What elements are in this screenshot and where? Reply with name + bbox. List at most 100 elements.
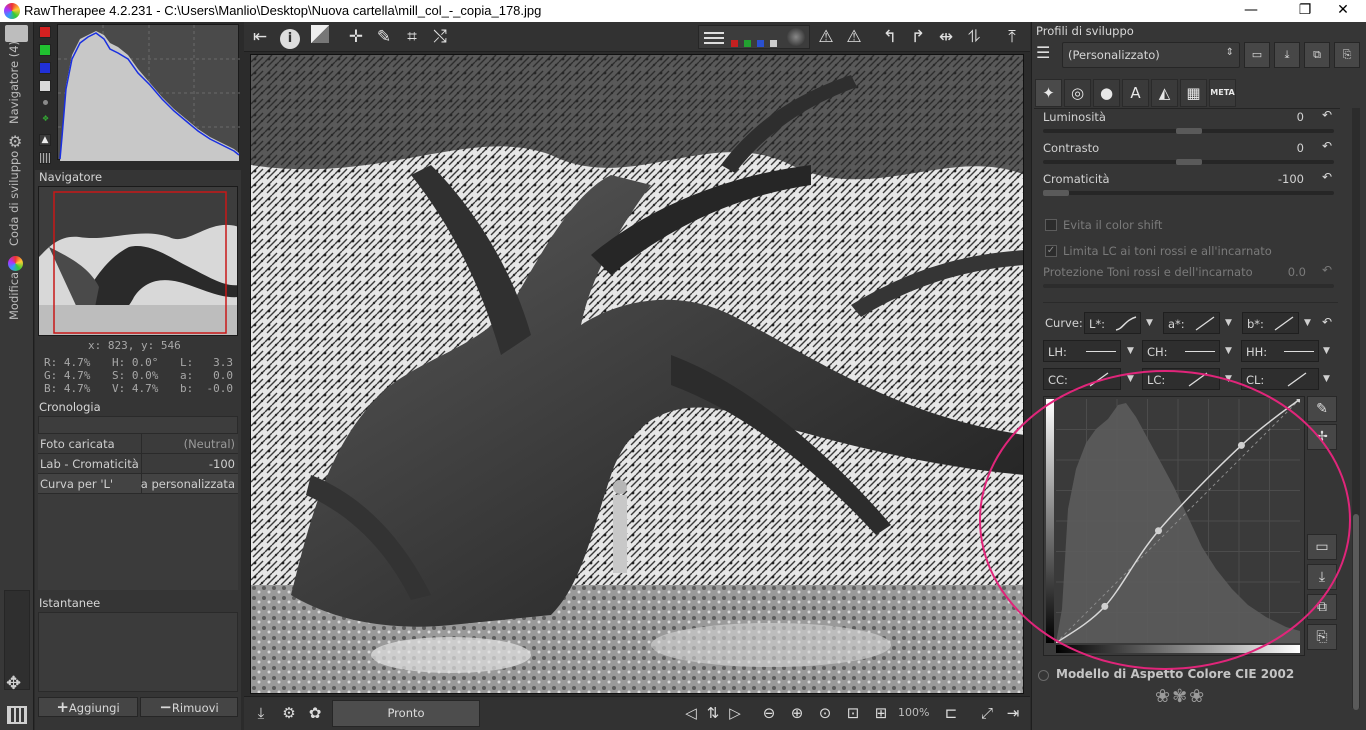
straighten-icon[interactable]: ⤭ bbox=[428, 25, 452, 49]
close-button[interactable]: ✕ bbox=[1320, 0, 1366, 22]
previous-image-icon[interactable]: ◁ bbox=[680, 702, 702, 724]
cl-caret-icon[interactable]: ▼ bbox=[1323, 374, 1330, 384]
luminance-toggle[interactable] bbox=[39, 80, 51, 92]
fit-crop-icon[interactable]: ⊡ bbox=[842, 702, 864, 724]
tab-exposure[interactable]: ✦ bbox=[1035, 79, 1062, 107]
ch-curve-button[interactable]: CH: bbox=[1142, 340, 1220, 362]
paste-profile-button[interactable]: ⎘ bbox=[1334, 42, 1360, 68]
cl-curve-button[interactable]: CL: bbox=[1241, 368, 1319, 390]
info-icon[interactable]: i bbox=[278, 25, 302, 49]
skin-protection-reset-icon[interactable]: ↶ bbox=[1322, 263, 1332, 277]
hh-curve-button[interactable]: HH: bbox=[1241, 340, 1319, 362]
red-channel-toggle[interactable] bbox=[39, 26, 51, 38]
tab-transform[interactable]: ◭ bbox=[1151, 79, 1178, 107]
a-curve-button[interactable]: a*: bbox=[1163, 312, 1220, 334]
curve-editor[interactable] bbox=[1043, 396, 1305, 656]
b-curve-button[interactable]: b*: bbox=[1242, 312, 1299, 334]
curve-control-point[interactable] bbox=[1154, 527, 1162, 535]
rotate-right-icon[interactable]: ↱ bbox=[906, 25, 930, 49]
curve-save-button[interactable]: ⤓ bbox=[1307, 564, 1337, 590]
snapshots-list[interactable] bbox=[38, 612, 238, 692]
avoid-color-shift-checkbox[interactable] bbox=[1045, 219, 1057, 231]
contrast-slider[interactable] bbox=[1043, 159, 1334, 165]
luminance-reset-icon[interactable]: ↶ bbox=[1322, 108, 1332, 122]
preview-luminance-icon[interactable] bbox=[770, 40, 777, 47]
l-curve-button[interactable]: L*: bbox=[1084, 312, 1141, 334]
skin-protection-slider[interactable] bbox=[1043, 284, 1334, 288]
b-curve-caret-icon[interactable]: ▼ bbox=[1304, 318, 1311, 328]
chromaticity-reset-icon[interactable]: ↶ bbox=[1322, 170, 1332, 184]
hand-tool-icon[interactable]: ✛ bbox=[344, 25, 368, 49]
cc-curve-button[interactable]: CC: bbox=[1043, 368, 1121, 390]
filmstrip-icon[interactable] bbox=[7, 706, 27, 724]
green-channel-toggle[interactable] bbox=[39, 44, 51, 56]
load-profile-button[interactable]: ▭ bbox=[1244, 42, 1270, 68]
remove-snapshot-button[interactable]: −Rimuovi bbox=[140, 697, 238, 717]
history-row[interactable]: Lab - Cromaticità -100 bbox=[38, 454, 238, 474]
tab-color[interactable]: ● bbox=[1093, 79, 1120, 107]
save-profile-button[interactable]: ⤓ bbox=[1274, 42, 1300, 68]
tab-detail[interactable]: ◎ bbox=[1064, 79, 1091, 107]
scrollbar-thumb[interactable] bbox=[1353, 514, 1359, 710]
crop-icon[interactable]: ⌗ bbox=[400, 25, 424, 49]
contrast-reset-icon[interactable]: ↶ bbox=[1322, 139, 1332, 153]
tab-raw[interactable]: ▦ bbox=[1180, 79, 1207, 107]
chromaticity-knob[interactable] bbox=[1043, 190, 1069, 196]
curve-control-point[interactable] bbox=[1237, 441, 1245, 449]
lc-curve-button[interactable]: LC: bbox=[1142, 368, 1220, 390]
curve-picker-button[interactable]: ✢ bbox=[1307, 424, 1337, 450]
history-row[interactable]: Foto caricata (Neutral) bbox=[38, 434, 238, 454]
ciecam-enable-toggle[interactable] bbox=[1038, 670, 1049, 681]
save-image-icon[interactable]: ⤓ bbox=[250, 702, 272, 724]
clipped-shadows-warning-icon[interactable]: ⚠ bbox=[814, 25, 838, 49]
profile-select[interactable]: (Personalizzato) ⇕ bbox=[1062, 42, 1240, 68]
tab-edit[interactable]: Modifica bbox=[5, 272, 29, 376]
contrast-knob[interactable] bbox=[1175, 159, 1202, 165]
zoom-out-icon[interactable]: ⊖ bbox=[758, 702, 780, 724]
rotate-left-icon[interactable]: ↰ bbox=[878, 25, 902, 49]
lh-caret-icon[interactable]: ▼ bbox=[1127, 346, 1134, 356]
ch-caret-icon[interactable]: ▼ bbox=[1225, 346, 1232, 356]
white-balance-picker-icon[interactable]: ✎ bbox=[372, 25, 396, 49]
preview-red-icon[interactable] bbox=[731, 40, 738, 47]
zoom-in-icon[interactable]: ⊕ bbox=[786, 702, 808, 724]
lh-curve-button[interactable]: LH: bbox=[1043, 340, 1121, 362]
hide-left-panel-icon[interactable]: ⇤ bbox=[248, 25, 272, 49]
lc-caret-icon[interactable]: ▼ bbox=[1225, 374, 1232, 384]
luminance-slider[interactable] bbox=[1043, 128, 1334, 134]
preview-rgb-icon[interactable] bbox=[704, 30, 724, 44]
raw-histogram-toggle[interactable] bbox=[39, 152, 51, 164]
curve-load-button[interactable]: ▭ bbox=[1307, 534, 1337, 560]
chromaticity-slider[interactable] bbox=[1043, 190, 1334, 196]
l-curve-caret-icon[interactable]: ▼ bbox=[1146, 318, 1153, 328]
limit-lc-checkbox[interactable]: ✓ bbox=[1045, 245, 1057, 257]
right-panel-scrollbar[interactable] bbox=[1352, 108, 1360, 710]
preview-blue-icon[interactable] bbox=[757, 40, 764, 47]
tab-metadata[interactable]: META bbox=[1209, 79, 1236, 107]
minimize-button[interactable]: — bbox=[1228, 0, 1274, 22]
add-snapshot-button[interactable]: +Aggiungi bbox=[38, 697, 138, 717]
before-after-icon[interactable] bbox=[308, 25, 332, 49]
curves-reset-icon[interactable]: ↶ bbox=[1322, 315, 1332, 329]
curve-copy-button[interactable]: ⧉ bbox=[1307, 594, 1337, 620]
l-curve-graph[interactable] bbox=[1056, 399, 1300, 643]
sync-icon[interactable]: ⇅ bbox=[702, 702, 724, 724]
fit-screen-icon[interactable]: ⊞ bbox=[870, 702, 892, 724]
tab-advanced[interactable]: A bbox=[1122, 79, 1149, 107]
hide-top-panel-icon[interactable]: ⤒ bbox=[1000, 25, 1024, 49]
navigator-thumbnail[interactable] bbox=[38, 186, 238, 336]
fullscreen-icon[interactable]: ⤢ bbox=[976, 702, 998, 724]
history-row-selected[interactable]: Curva per 'L' a personalizzata bbox=[38, 474, 238, 494]
flip-horizontal-icon[interactable]: ⇹ bbox=[934, 25, 958, 49]
a-curve-caret-icon[interactable]: ▼ bbox=[1225, 318, 1232, 328]
focus-mask-icon[interactable] bbox=[787, 28, 805, 46]
send-to-queue-icon[interactable]: ⚙ bbox=[278, 702, 300, 724]
next-image-icon[interactable]: ▷ bbox=[724, 702, 746, 724]
hide-right-panel-icon[interactable]: ⇥ bbox=[1002, 702, 1024, 724]
main-image-preview[interactable] bbox=[250, 54, 1024, 694]
blue-channel-toggle[interactable] bbox=[39, 62, 51, 74]
copy-profile-button[interactable]: ⧉ bbox=[1304, 42, 1330, 68]
curve-edit-pointer-button[interactable]: ✎ bbox=[1307, 396, 1337, 422]
file-browser-icon[interactable] bbox=[5, 25, 28, 42]
hh-caret-icon[interactable]: ▼ bbox=[1323, 346, 1330, 356]
